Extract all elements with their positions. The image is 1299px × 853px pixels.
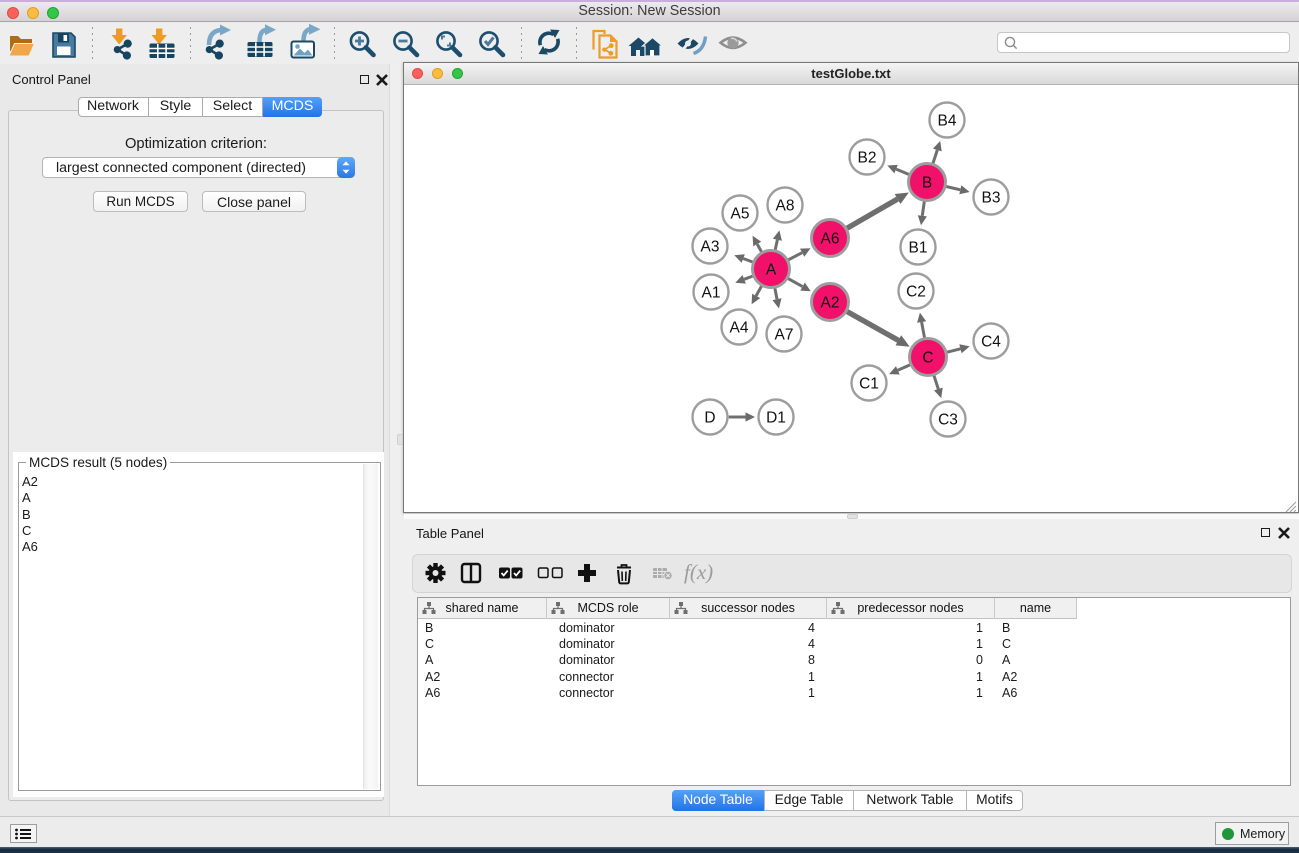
svg-text:C4: C4 — [981, 334, 1001, 351]
svg-text:B2: B2 — [858, 150, 877, 167]
svg-text:C3: C3 — [938, 412, 958, 429]
svg-text:A3: A3 — [701, 239, 720, 256]
svg-text:A5: A5 — [731, 206, 750, 223]
svg-text:B: B — [922, 175, 932, 192]
svg-text:A1: A1 — [702, 285, 721, 302]
svg-text:A: A — [766, 262, 777, 279]
svg-text:A2: A2 — [821, 295, 840, 312]
svg-text:A6: A6 — [821, 231, 840, 248]
svg-text:C: C — [922, 350, 933, 367]
svg-text:A8: A8 — [776, 198, 795, 215]
svg-text:B4: B4 — [938, 113, 957, 130]
svg-text:C1: C1 — [859, 376, 879, 393]
svg-text:A4: A4 — [730, 320, 749, 337]
svg-text:D1: D1 — [766, 410, 786, 427]
svg-text:D: D — [704, 410, 715, 427]
svg-text:B1: B1 — [909, 240, 928, 257]
svg-text:B3: B3 — [982, 190, 1001, 207]
svg-text:C2: C2 — [906, 284, 926, 301]
svg-text:A7: A7 — [775, 327, 794, 344]
